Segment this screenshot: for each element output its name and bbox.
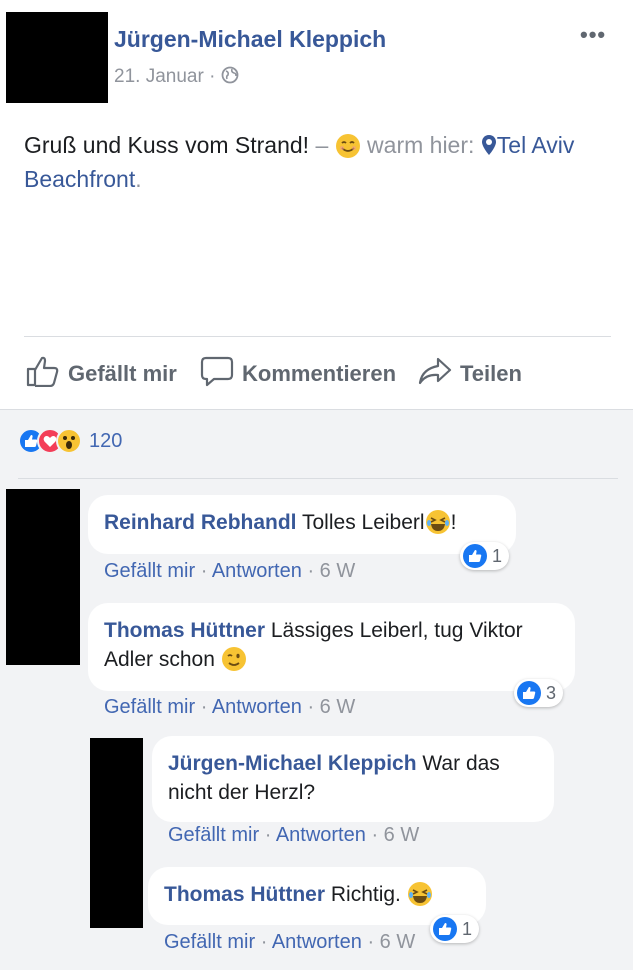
meta-separator: · bbox=[367, 931, 375, 953]
thumbs-up-icon bbox=[26, 355, 60, 393]
comment-likes-badge[interactable]: 3 bbox=[514, 679, 564, 707]
share-action-button[interactable]: Teilen bbox=[418, 355, 522, 393]
comment-likes-count: 1 bbox=[492, 545, 503, 566]
share-action-label: Teilen bbox=[460, 361, 522, 386]
replier-avatar[interactable] bbox=[90, 738, 143, 928]
comment-meta: Gefällt mir · Antworten · 6 W bbox=[104, 560, 355, 583]
location-pin-icon bbox=[481, 132, 497, 158]
reply-bubble: Thomas Hüttner Richtig. bbox=[148, 867, 486, 925]
laughing-emoji-icon bbox=[407, 882, 433, 906]
meta-separator: · bbox=[209, 66, 216, 87]
post-feeling: warm hier: bbox=[360, 132, 481, 158]
speech-bubble-icon bbox=[200, 355, 234, 393]
comment-age[interactable]: 6 W bbox=[380, 931, 416, 953]
laughing-emoji-icon bbox=[425, 510, 451, 534]
comment-reply-link[interactable]: Antworten bbox=[212, 696, 302, 718]
more-options-button[interactable]: ••• bbox=[580, 22, 606, 48]
comment-action-button[interactable]: Kommentieren bbox=[200, 355, 396, 393]
meta-separator: · bbox=[260, 931, 268, 953]
meta-separator: · bbox=[200, 696, 208, 718]
author-avatar[interactable] bbox=[6, 12, 108, 103]
comment-author[interactable]: Thomas Hüttner bbox=[104, 619, 265, 642]
divider bbox=[24, 336, 611, 337]
comment-meta: Gefällt mir · Antworten · 6 W bbox=[104, 696, 355, 719]
comment-author[interactable]: Reinhard Rebhandl bbox=[104, 511, 297, 534]
comment-like-link[interactable]: Gefällt mir bbox=[104, 560, 195, 582]
comment-text: Richtig. bbox=[330, 883, 407, 906]
comment-likes-badge[interactable]: 1 bbox=[430, 915, 480, 943]
meta-separator: · bbox=[371, 824, 379, 846]
meta-separator: · bbox=[200, 560, 208, 582]
comment-action-label: Kommentieren bbox=[242, 361, 397, 386]
comment-meta: Gefällt mir · Antworten · 6 W bbox=[164, 931, 415, 954]
comment-reply-link[interactable]: Antworten bbox=[276, 824, 366, 846]
comment-author[interactable]: Jürgen-Michael Kleppich bbox=[168, 752, 417, 775]
comment-age[interactable]: 6 W bbox=[384, 824, 420, 846]
comment-like-link[interactable]: Gefällt mir bbox=[104, 696, 195, 718]
post-text: Gruß und Kuss vom Strand! – warm hier: T… bbox=[24, 128, 604, 196]
reactions-summary[interactable]: 120 bbox=[18, 428, 122, 454]
post-period: . bbox=[135, 166, 142, 192]
comment-reply-link[interactable]: Antworten bbox=[212, 560, 302, 582]
comment-meta: Gefällt mir · Antworten · 6 W bbox=[168, 824, 419, 847]
like-icon bbox=[517, 681, 541, 705]
comment-like-link[interactable]: Gefällt mir bbox=[164, 931, 255, 953]
comment-like-link[interactable]: Gefällt mir bbox=[168, 824, 259, 846]
divider bbox=[18, 478, 618, 479]
like-action-label: Gefällt mir bbox=[68, 361, 177, 386]
like-icon bbox=[463, 544, 487, 568]
comment-bubble: Thomas Hüttner Lässiges Leiberl, tug Vik… bbox=[88, 603, 575, 691]
meta-separator: · bbox=[307, 696, 315, 718]
comment-bubble: Reinhard Rebhandl Tolles Leiberl! bbox=[88, 495, 516, 554]
post-date[interactable]: 21. Januar bbox=[114, 66, 204, 87]
globe-icon[interactable] bbox=[221, 66, 239, 87]
comment-text-end: ! bbox=[450, 511, 457, 534]
commenter-avatar[interactable] bbox=[6, 489, 80, 665]
reply-bubble: Jürgen-Michael Kleppich War das nicht de… bbox=[152, 736, 554, 822]
meta-separator: · bbox=[264, 824, 272, 846]
comment-likes-badge[interactable]: 1 bbox=[460, 542, 510, 570]
wink-emoji-icon bbox=[221, 647, 247, 671]
like-action-button[interactable]: Gefällt mir bbox=[26, 355, 177, 393]
comment-age[interactable]: 6 W bbox=[320, 560, 356, 582]
comment-likes-count: 1 bbox=[462, 918, 473, 939]
meta-separator: · bbox=[307, 560, 315, 582]
comment-reply-link[interactable]: Antworten bbox=[272, 931, 362, 953]
comment-likes-count: 3 bbox=[546, 682, 557, 703]
reactions-count[interactable]: 120 bbox=[89, 430, 122, 453]
wow-icon bbox=[56, 428, 82, 454]
comment-age[interactable]: 6 W bbox=[320, 696, 356, 718]
post-author-name[interactable]: Jürgen-Michael Kleppich bbox=[114, 26, 386, 53]
comment-author[interactable]: Thomas Hüttner bbox=[164, 883, 325, 906]
like-icon bbox=[433, 917, 457, 941]
smile-emoji-icon bbox=[335, 132, 361, 158]
comment-text: Tolles Leiberl bbox=[302, 511, 425, 534]
post-dash: – bbox=[309, 132, 335, 158]
post-meta: 21. Januar · bbox=[114, 66, 239, 88]
post-message: Gruß und Kuss vom Strand! bbox=[24, 132, 310, 158]
share-arrow-icon bbox=[418, 355, 452, 393]
